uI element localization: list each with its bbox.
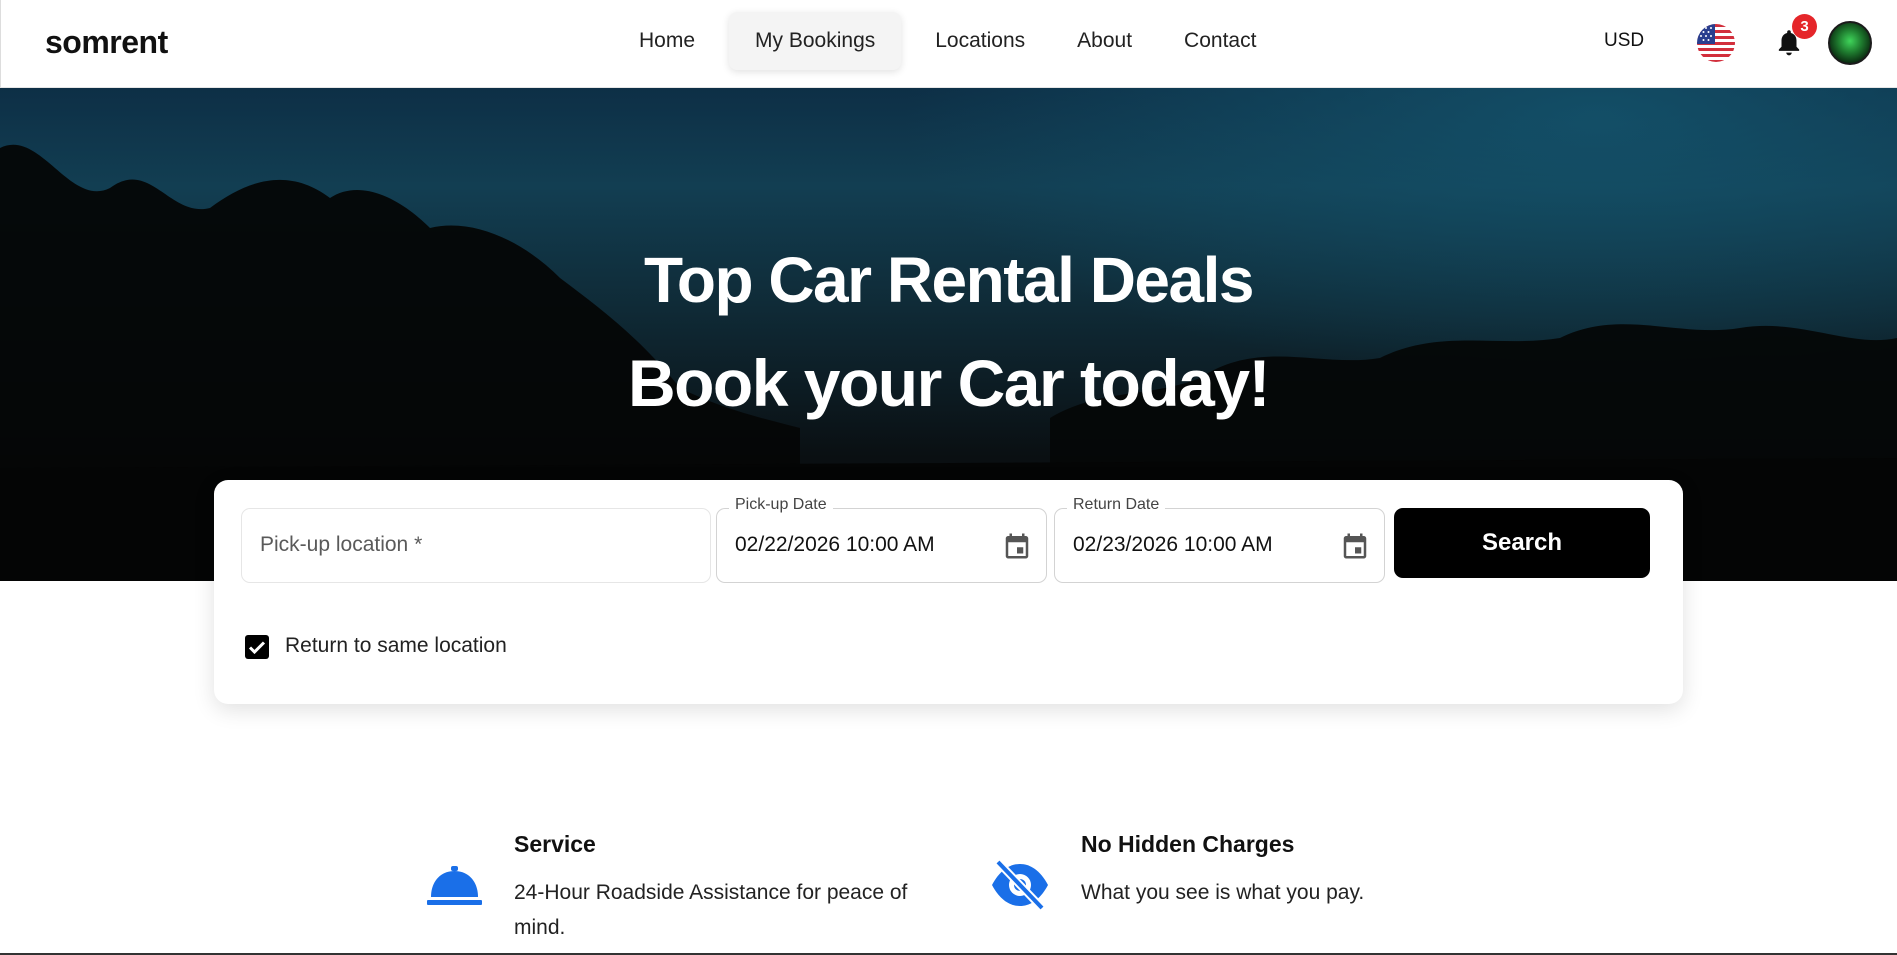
pickup-location-placeholder: Pick-up location * (260, 533, 423, 556)
top-navbar: somrent Home My Bookings Locations About… (0, 0, 1897, 88)
return-date-field[interactable]: Return Date 02/23/2026 10:00 AM (1054, 496, 1385, 583)
checkmark-icon (248, 641, 266, 655)
feature-service-text: 24-Hour Roadside Assistance for peace of… (514, 881, 908, 939)
nav-about[interactable]: About (1051, 12, 1158, 70)
search-button[interactable]: Search (1394, 508, 1650, 578)
return-same-location-checkbox[interactable] (245, 635, 269, 659)
pickup-date-value: 02/22/2026 10:00 AM (735, 533, 935, 556)
us-flag-icon[interactable] (1697, 24, 1735, 62)
user-avatar[interactable] (1828, 21, 1872, 65)
return-date-value: 02/23/2026 10:00 AM (1073, 533, 1273, 556)
feature-no-hidden-charges-title: No Hidden Charges (1081, 831, 1295, 857)
pickup-location-input[interactable]: Pick-up location * (241, 508, 711, 583)
service-bell-icon (427, 866, 482, 905)
hero-subtitle: Book your Car today! (627, 346, 1271, 420)
search-card: Pick-up location * Pick-up Date 02/22/20… (214, 480, 1683, 704)
calendar-icon[interactable] (1340, 531, 1370, 561)
nav-locations[interactable]: Locations (909, 12, 1051, 70)
feature-no-hidden-charges-text: What you see is what you pay. (1081, 881, 1365, 904)
return-same-location-label[interactable]: Return to same location (285, 634, 507, 658)
return-date-label: Return Date (1067, 496, 1166, 514)
nav-my-bookings[interactable]: My Bookings (729, 12, 902, 70)
notification-badge: 3 (1792, 14, 1817, 39)
hero-title: Top Car Rental Deals (644, 244, 1254, 316)
pickup-date-label: Pick-up Date (729, 496, 833, 514)
currency-selector[interactable]: USD (1604, 30, 1644, 52)
nav-home[interactable]: Home (613, 12, 721, 70)
calendar-icon[interactable] (1002, 531, 1032, 561)
main-nav: Home My Bookings Locations About Contact (613, 12, 1282, 70)
pickup-date-field[interactable]: Pick-up Date 02/22/2026 10:00 AM (716, 496, 1047, 583)
brand-logo[interactable]: somrent (45, 24, 168, 61)
nav-contact[interactable]: Contact (1158, 12, 1282, 70)
feature-service-title: Service (514, 831, 596, 857)
eye-slash-icon (992, 859, 1048, 911)
